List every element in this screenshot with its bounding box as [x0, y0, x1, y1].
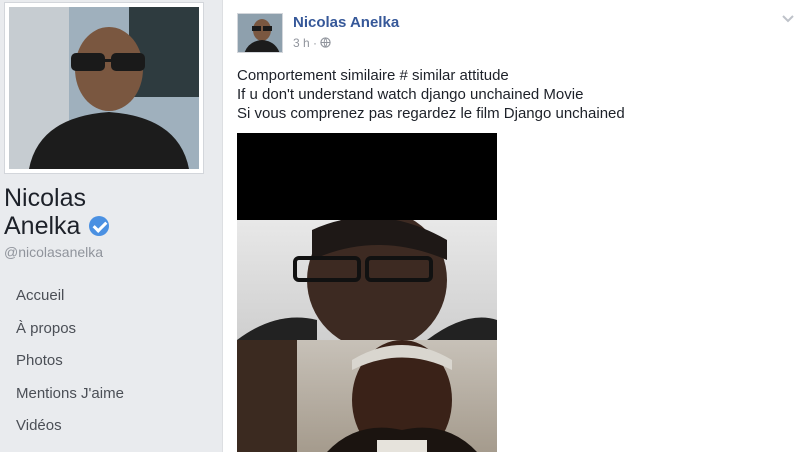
post-message: Comportement similaire # similar attitud…	[237, 66, 625, 123]
post-timestamp[interactable]: 3 h	[293, 36, 310, 50]
post-text-line: Comportement similaire # similar attitud…	[237, 67, 509, 84]
profile-name-last-text: Anelka	[4, 212, 81, 240]
nav-item-accueil[interactable]: Accueil	[0, 280, 220, 313]
post-author-name[interactable]: Nicolas Anelka	[293, 14, 399, 31]
profile-photo-image	[9, 7, 199, 169]
profile-name-last: Anelka	[4, 212, 110, 240]
post-card: Nicolas Anelka 3 h · Comportement simila…	[222, 0, 805, 452]
profile-handle[interactable]: @nicolasanelka	[4, 244, 103, 260]
post-photo-top-panel	[237, 220, 497, 340]
profile-nav: Accueil À propos Photos Mentions J'aime …	[0, 280, 220, 443]
meta-separator: ·	[313, 36, 318, 50]
post-photo-bottom-panel	[237, 340, 497, 452]
nav-item-mentions-jaime[interactable]: Mentions J'aime	[0, 378, 220, 411]
profile-name[interactable]: Nicolas Anelka	[4, 184, 110, 240]
globe-icon	[320, 37, 332, 48]
nav-item-a-propos[interactable]: À propos	[0, 313, 220, 346]
post-meta: 3 h ·	[293, 36, 332, 50]
nav-item-photos[interactable]: Photos	[0, 345, 220, 378]
profile-sidebar: Nicolas Anelka @nicolasanelka Accueil À …	[0, 0, 222, 452]
post-text-line: Si vous comprenez pas regardez le film D…	[237, 105, 625, 122]
profile-name-first: Nicolas	[4, 184, 86, 212]
post-text-line: If u don't understand watch django uncha…	[237, 86, 584, 103]
nav-item-videos[interactable]: Vidéos	[0, 410, 220, 443]
profile-picture[interactable]	[4, 2, 204, 174]
post-photo[interactable]	[237, 133, 497, 452]
verified-badge-icon	[89, 216, 110, 236]
chevron-down-icon[interactable]	[781, 12, 795, 26]
post-author-avatar[interactable]	[237, 13, 283, 53]
